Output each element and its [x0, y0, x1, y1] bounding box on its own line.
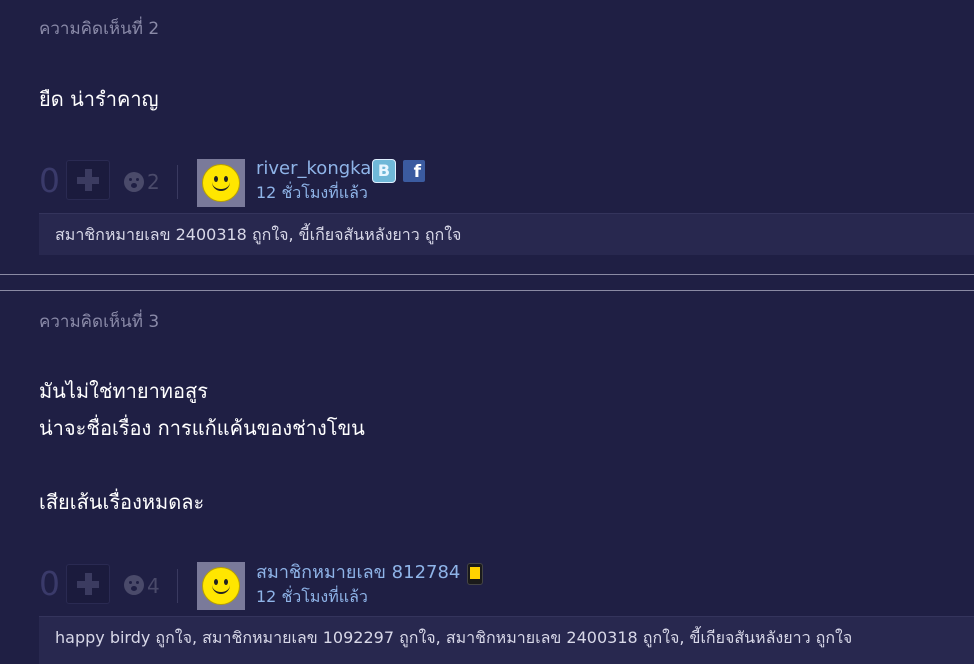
comment-body-line: ยืด น่ารำคาญ: [39, 87, 159, 111]
blog-badge-icon[interactable]: B: [372, 159, 396, 183]
username-link[interactable]: river_kongka: [256, 158, 371, 180]
comments-page: ความคิดเห็นที่ 2 ยืด น่ารำคาญ 0 2 river_…: [0, 0, 974, 664]
comment-separator: [0, 274, 974, 275]
likes-box: สมาชิกหมายเลข 2400318 ถูกใจ, ขี้เกียจสัน…: [39, 213, 974, 255]
vote-count: 0: [39, 564, 60, 603]
avatar[interactable]: [197, 562, 245, 610]
emotion-icon[interactable]: [124, 575, 144, 595]
comment-body-line: เสียเส้นเรื่องหมดละ: [39, 490, 205, 514]
emotion-icon[interactable]: [124, 172, 144, 192]
timestamp[interactable]: 12 ชั่วโมงที่แล้ว: [256, 587, 368, 607]
divider: [177, 165, 178, 199]
avatar[interactable]: [197, 159, 245, 207]
facebook-icon[interactable]: f: [403, 160, 425, 182]
plus-vote-button[interactable]: [66, 564, 110, 604]
comment-number: ความคิดเห็นที่ 2: [39, 19, 160, 39]
likes-text[interactable]: happy birdy ถูกใจ, สมาชิกหมายเลข 1092297…: [55, 628, 852, 648]
username-link[interactable]: สมาชิกหมายเลข 812784: [256, 562, 460, 584]
smiley-icon: [202, 567, 240, 605]
comment-body-line: น่าจะชื่อเรื่อง การแก้แค้นของช่างโขน: [39, 416, 365, 440]
emotion-count: 2: [147, 170, 160, 194]
likes-box: happy birdy ถูกใจ, สมาชิกหมายเลข 1092297…: [39, 616, 974, 664]
emotion-count: 4: [147, 574, 160, 598]
comment-number: ความคิดเห็นที่ 3: [39, 312, 160, 332]
vote-count: 0: [39, 161, 60, 200]
comment-separator: [0, 290, 974, 291]
plus-vote-button[interactable]: [66, 160, 110, 200]
timestamp[interactable]: 12 ชั่วโมงที่แล้ว: [256, 183, 368, 203]
divider: [177, 569, 178, 603]
comment-body-line: มันไม่ใช่ทายาทอสูร: [39, 379, 208, 403]
smiley-icon: [202, 164, 240, 202]
likes-text[interactable]: สมาชิกหมายเลข 2400318 ถูกใจ, ขี้เกียจสัน…: [55, 225, 461, 245]
mobile-phone-icon: [467, 563, 483, 585]
